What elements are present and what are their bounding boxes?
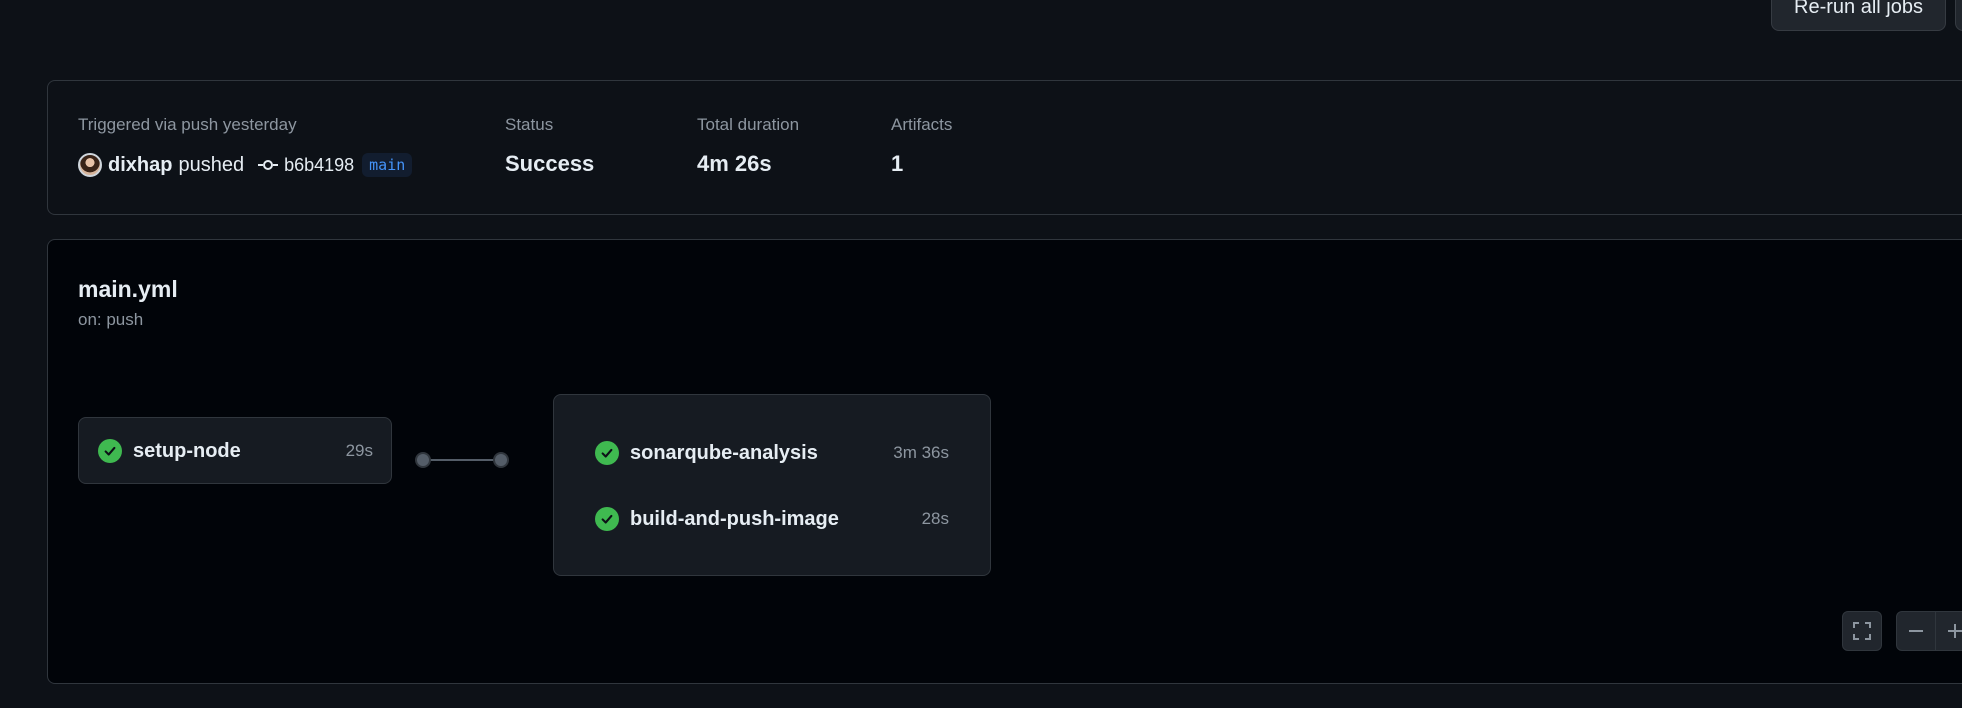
job-setup-node[interactable]: setup-node 29s (79, 436, 391, 466)
job-duration: 3m 36s (893, 443, 949, 462)
zoom-out-icon (1909, 630, 1923, 632)
success-check-icon (595, 507, 619, 531)
more-actions-button[interactable] (1955, 0, 1962, 31)
job-build-and-push-image[interactable]: build-and-push-image 28s (554, 504, 990, 534)
actor-link[interactable]: dixhap (108, 154, 172, 177)
job-card-setup-node: setup-node 29s (78, 417, 392, 484)
artifacts-value[interactable]: 1 (891, 151, 903, 177)
commit-sha-link[interactable]: b6b4198 (284, 155, 354, 176)
job-name: build-and-push-image (630, 507, 839, 530)
job-name: setup-node (133, 439, 241, 462)
rerun-all-jobs-button[interactable]: Re-run all jobs (1771, 0, 1946, 31)
success-check-icon (98, 439, 122, 463)
fullscreen-button[interactable] (1842, 611, 1882, 651)
zoom-out-button[interactable] (1896, 611, 1936, 651)
avatar[interactable] (78, 153, 102, 177)
status-label: Status (505, 115, 554, 134)
fullscreen-icon (1853, 622, 1871, 640)
job-duration: 29s (345, 441, 373, 460)
workflow-file-name: main.yml (78, 276, 178, 302)
artifacts-label: Artifacts (891, 115, 953, 134)
trigger-row: dixhap pushed b6b4198 main (78, 151, 413, 179)
branch-badge[interactable]: main (362, 153, 413, 177)
job-group-card: sonarqube-analysis 3m 36s build-and-push… (553, 394, 991, 576)
success-check-icon (595, 441, 619, 465)
job-dependency-connector (415, 452, 509, 468)
duration-value: 4m 26s (697, 151, 772, 176)
status-value: Success (505, 151, 595, 176)
workflow-trigger: on: push (78, 310, 144, 329)
trigger-label: Triggered via push yesterday (78, 115, 297, 134)
action-text: pushed (178, 153, 245, 176)
run-summary: Triggered via push yesterday dixhap push… (47, 80, 1962, 215)
zoom-in-button[interactable] (1935, 611, 1962, 651)
job-name: sonarqube-analysis (630, 441, 818, 464)
job-sonarqube-analysis[interactable]: sonarqube-analysis 3m 36s (554, 438, 990, 468)
zoom-in-icon (1948, 624, 1962, 638)
duration-label: Total duration (697, 115, 800, 134)
job-duration: 28s (921, 509, 949, 528)
commit-icon (258, 159, 279, 171)
workflow-graph: main.yml on: push setup-node 29s sonarqu… (47, 239, 1962, 684)
